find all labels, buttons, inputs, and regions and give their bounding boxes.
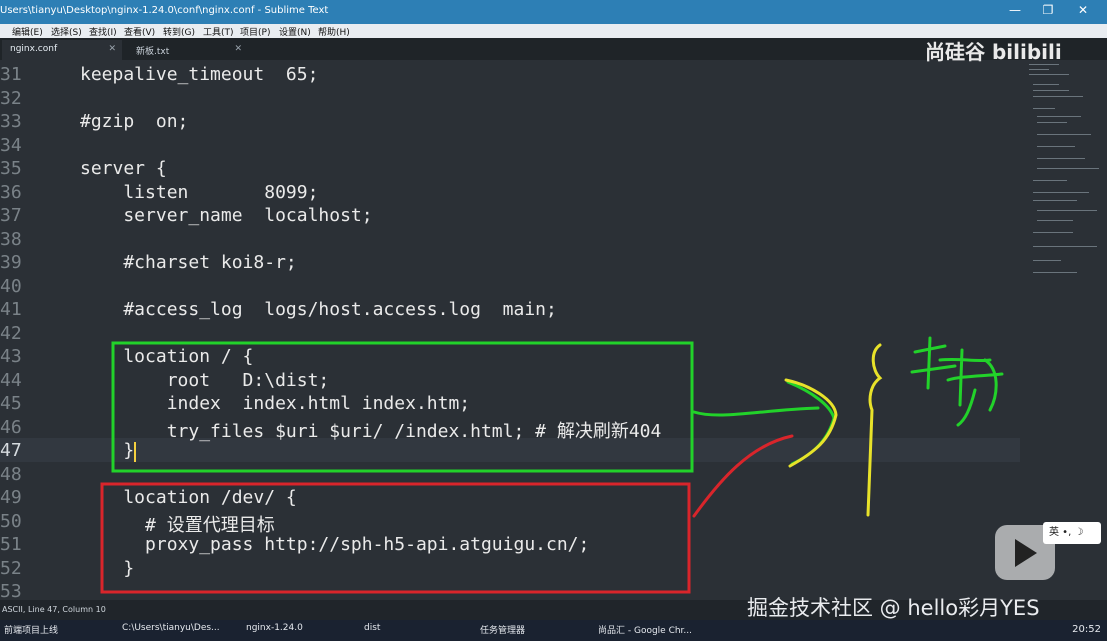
bilibili-logo: 尚硅谷 bilibili — [925, 40, 1062, 64]
red-highlight-box — [100, 482, 691, 594]
green-handwriting — [910, 336, 1004, 427]
taskbar: 前端项目上线 C:\Users\tianyu\Des... nginx-1.24… — [0, 620, 1107, 641]
taskbar-item[interactable]: 任务管理器 — [480, 623, 525, 636]
taskbar-item[interactable]: nginx-1.24.0 — [246, 623, 303, 633]
taskbar-item[interactable]: 尚品汇 - Google Chr... — [598, 623, 692, 636]
ime-indicator[interactable]: 英 •, ☽ — [1043, 522, 1101, 544]
taskbar-item[interactable]: 前端项目上线 — [4, 623, 58, 636]
taskbar-item[interactable]: dist — [364, 623, 380, 633]
red-arrow — [692, 434, 794, 518]
annotation-layer — [100, 336, 1004, 594]
green-highlight-box — [111, 341, 694, 473]
watermark: 掘金技术社区 @ hello彩月YES — [747, 596, 1040, 620]
taskbar-item[interactable]: C:\Users\tianyu\Des... — [122, 623, 220, 633]
yellow-brace — [866, 343, 883, 517]
clock[interactable]: 20:52 — [1072, 624, 1101, 635]
status-text: ASCII, Line 47, Column 10 — [2, 605, 106, 614]
